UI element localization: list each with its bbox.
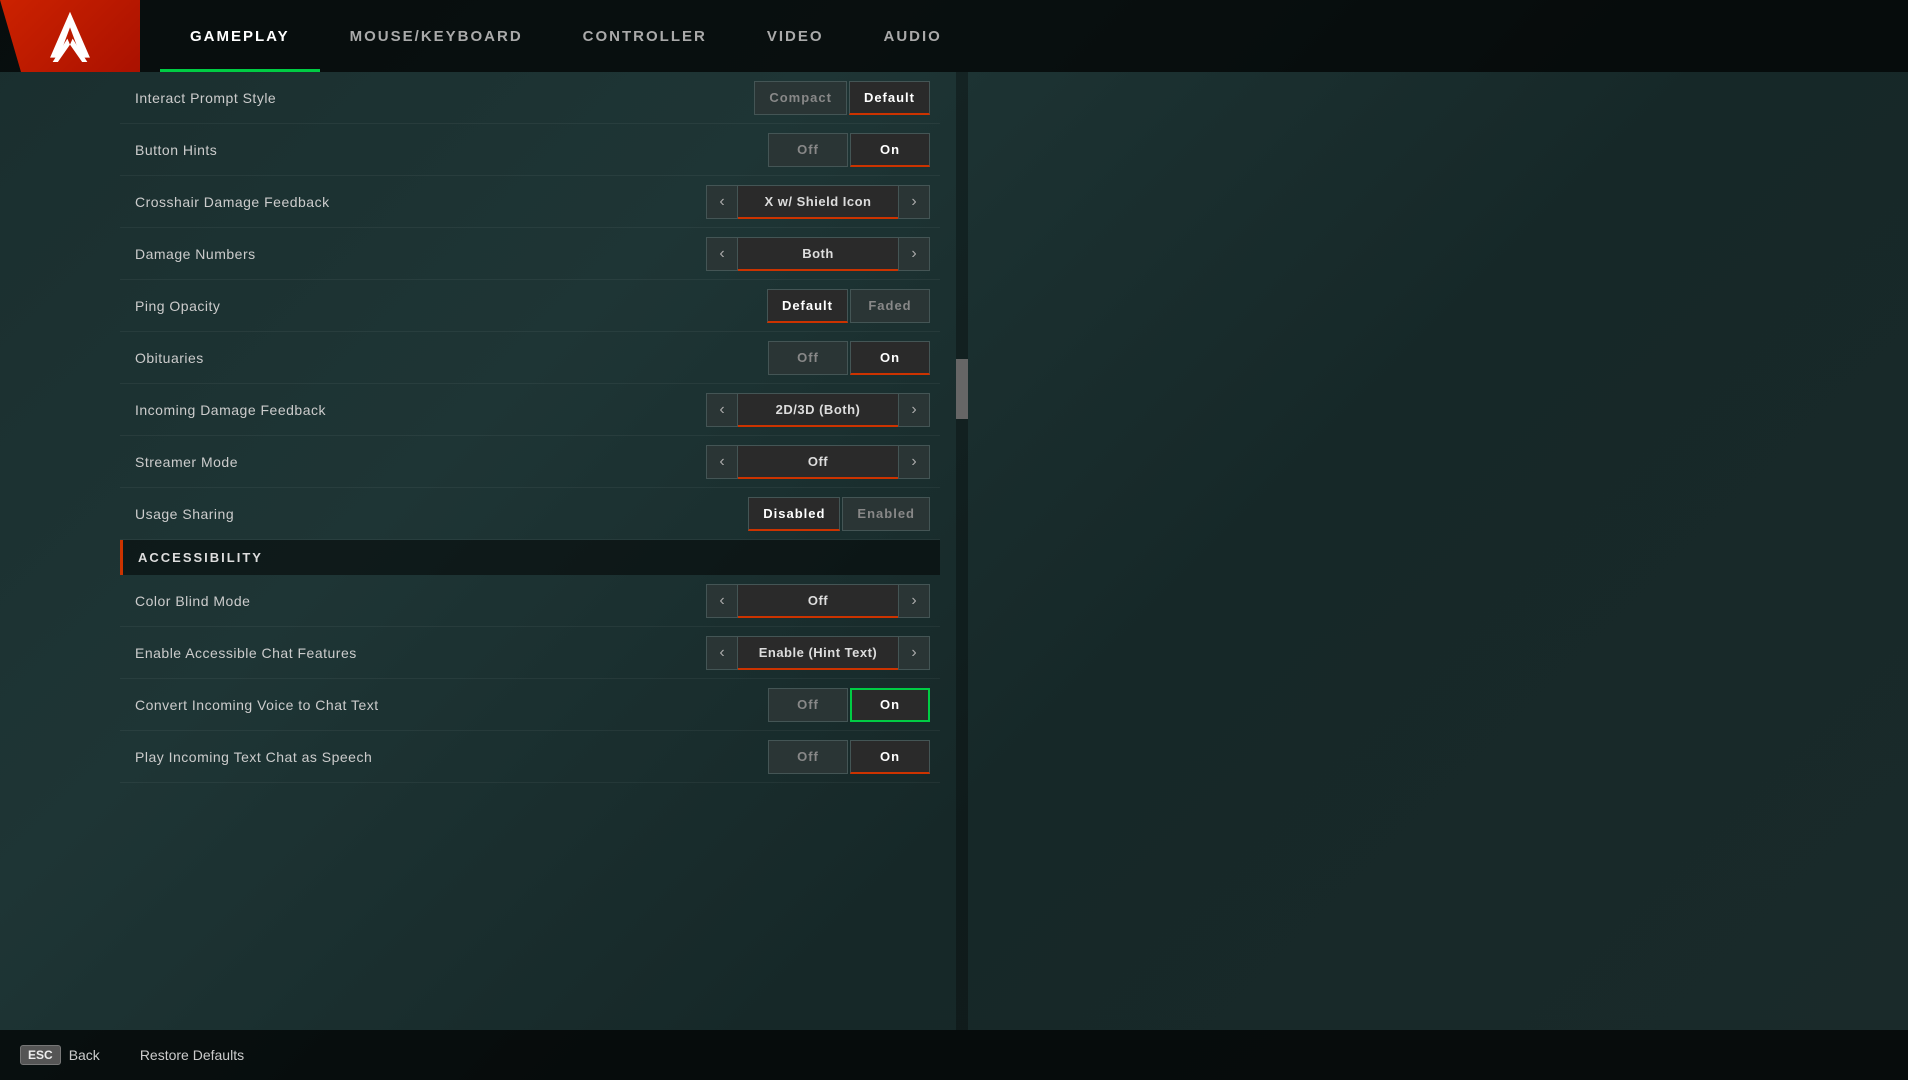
button-hints-off-btn[interactable]: Off <box>768 133 848 167</box>
accessible-chat-select: ‹ Enable (Hint Text) › <box>706 636 930 670</box>
obituaries-label: Obituaries <box>135 350 204 366</box>
color-blind-label: Color Blind Mode <box>135 593 250 609</box>
damage-numbers-label: Damage Numbers <box>135 246 256 262</box>
restore-defaults-button[interactable]: Restore Defaults <box>140 1047 244 1063</box>
setting-convert-voice: Convert Incoming Voice to Chat Text Off … <box>120 679 940 731</box>
settings-list: Interact Prompt Style Compact Default Bu… <box>120 72 940 783</box>
crosshair-damage-value: X w/ Shield Icon <box>738 185 898 219</box>
button-hints-toggle: Off On <box>768 133 930 167</box>
streamer-prev-btn[interactable]: ‹ <box>706 445 738 479</box>
setting-crosshair-damage: Crosshair Damage Feedback ‹ X w/ Shield … <box>120 176 940 228</box>
color-blind-prev-btn[interactable]: ‹ <box>706 584 738 618</box>
tab-audio[interactable]: AUDIO <box>854 0 972 72</box>
accessible-chat-next-btn[interactable]: › <box>898 636 930 670</box>
streamer-mode-select: ‹ Off › <box>706 445 930 479</box>
setting-play-incoming-text: Play Incoming Text Chat as Speech Off On <box>120 731 940 783</box>
incoming-damage-prev-btn[interactable]: ‹ <box>706 393 738 427</box>
crosshair-prev-btn[interactable]: ‹ <box>706 185 738 219</box>
color-blind-select: ‹ Off › <box>706 584 930 618</box>
usage-sharing-toggle: Disabled Enabled <box>748 497 930 531</box>
streamer-mode-value: Off <box>738 445 898 479</box>
ping-faded-btn[interactable]: Faded <box>850 289 930 323</box>
damage-numbers-value: Both <box>738 237 898 271</box>
color-blind-next-btn[interactable]: › <box>898 584 930 618</box>
interact-prompt-label: Interact Prompt Style <box>135 90 276 106</box>
damage-numbers-next-btn[interactable]: › <box>898 237 930 271</box>
play-incoming-toggle: Off On <box>768 740 930 774</box>
usage-disabled-btn[interactable]: Disabled <box>748 497 840 531</box>
incoming-damage-label: Incoming Damage Feedback <box>135 402 326 418</box>
tab-gameplay[interactable]: GAMEPLAY <box>160 0 320 72</box>
accessible-chat-prev-btn[interactable]: ‹ <box>706 636 738 670</box>
setting-button-hints: Button Hints Off On <box>120 124 940 176</box>
back-button[interactable]: ESC Back <box>20 1045 100 1065</box>
setting-interact-prompt-style: Interact Prompt Style Compact Default <box>120 72 940 124</box>
restore-defaults-label: Restore Defaults <box>140 1047 244 1063</box>
esc-key-badge: ESC <box>20 1045 61 1065</box>
accessible-chat-value: Enable (Hint Text) <box>738 636 898 670</box>
obituaries-on-btn[interactable]: On <box>850 341 930 375</box>
setting-damage-numbers: Damage Numbers ‹ Both › <box>120 228 940 280</box>
setting-ping-opacity: Ping Opacity Default Faded <box>120 280 940 332</box>
crosshair-next-btn[interactable]: › <box>898 185 930 219</box>
usage-sharing-label: Usage Sharing <box>135 506 234 522</box>
back-label: Back <box>69 1047 100 1063</box>
crosshair-damage-select: ‹ X w/ Shield Icon › <box>706 185 930 219</box>
setting-accessible-chat: Enable Accessible Chat Features ‹ Enable… <box>120 627 940 679</box>
usage-enabled-btn[interactable]: Enabled <box>842 497 930 531</box>
accessible-chat-label: Enable Accessible Chat Features <box>135 645 357 661</box>
obituaries-toggle: Off On <box>768 341 930 375</box>
interact-prompt-toggle: Compact Default <box>754 81 930 115</box>
tab-video[interactable]: VIDEO <box>737 0 854 72</box>
button-hints-on-btn[interactable]: On <box>850 133 930 167</box>
play-incoming-label: Play Incoming Text Chat as Speech <box>135 749 372 765</box>
convert-voice-off-btn[interactable]: Off <box>768 688 848 722</box>
button-hints-label: Button Hints <box>135 142 217 158</box>
convert-voice-on-btn[interactable]: On <box>850 688 930 722</box>
play-incoming-on-btn[interactable]: On <box>850 740 930 774</box>
setting-usage-sharing: Usage Sharing Disabled Enabled <box>120 488 940 540</box>
apex-logo-icon <box>44 10 96 62</box>
crosshair-damage-label: Crosshair Damage Feedback <box>135 194 330 210</box>
obituaries-off-btn[interactable]: Off <box>768 341 848 375</box>
setting-color-blind: Color Blind Mode ‹ Off › <box>120 575 940 627</box>
setting-obituaries: Obituaries Off On <box>120 332 940 384</box>
setting-incoming-damage: Incoming Damage Feedback ‹ 2D/3D (Both) … <box>120 384 940 436</box>
damage-numbers-select: ‹ Both › <box>706 237 930 271</box>
streamer-next-btn[interactable]: › <box>898 445 930 479</box>
interact-compact-btn[interactable]: Compact <box>754 81 847 115</box>
incoming-damage-next-btn[interactable]: › <box>898 393 930 427</box>
tab-mouse-keyboard[interactable]: MOUSE/KEYBOARD <box>320 0 553 72</box>
streamer-mode-label: Streamer Mode <box>135 454 238 470</box>
accessibility-section-header: ACCESSIBILITY <box>120 540 940 575</box>
ping-opacity-label: Ping Opacity <box>135 298 220 314</box>
bottom-bar: ESC Back Restore Defaults <box>0 1030 1908 1080</box>
play-incoming-off-btn[interactable]: Off <box>768 740 848 774</box>
logo-area <box>0 0 140 72</box>
ping-default-btn[interactable]: Default <box>767 289 848 323</box>
color-blind-value: Off <box>738 584 898 618</box>
damage-numbers-prev-btn[interactable]: ‹ <box>706 237 738 271</box>
setting-streamer-mode: Streamer Mode ‹ Off › <box>120 436 940 488</box>
scrollbar-track <box>956 72 968 1030</box>
scrollbar-thumb[interactable] <box>956 359 968 419</box>
convert-voice-toggle: Off On <box>768 688 930 722</box>
ping-opacity-toggle: Default Faded <box>767 289 930 323</box>
incoming-damage-value: 2D/3D (Both) <box>738 393 898 427</box>
interact-default-btn[interactable]: Default <box>849 81 930 115</box>
tab-controller[interactable]: CONTROLLER <box>553 0 737 72</box>
nav-tabs: GAMEPLAY MOUSE/KEYBOARD CONTROLLER VIDEO… <box>160 0 972 72</box>
incoming-damage-select: ‹ 2D/3D (Both) › <box>706 393 930 427</box>
settings-panel: Interact Prompt Style Compact Default Bu… <box>120 72 940 1030</box>
convert-voice-label: Convert Incoming Voice to Chat Text <box>135 697 379 713</box>
navbar: GAMEPLAY MOUSE/KEYBOARD CONTROLLER VIDEO… <box>0 0 1908 72</box>
